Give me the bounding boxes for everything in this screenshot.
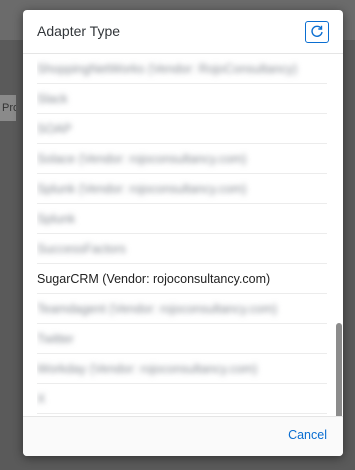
list-item[interactable]: Workday (Vendor: rojoconsultancy.com) xyxy=(37,354,327,384)
list-item-label: Twitter xyxy=(37,332,74,346)
list-item[interactable]: Splunk (Vendor: rojoconsultancy.com) xyxy=(37,174,327,204)
list-item[interactable]: Splunk xyxy=(37,204,327,234)
list-item-label: Teamdagent (Vendor: rojoconsultancy.com) xyxy=(37,302,278,316)
list-item-label: SOAP xyxy=(37,122,72,136)
list-item[interactable]: SugarCRM (Vendor: rojoconsultancy.com) xyxy=(37,264,327,294)
list-item-label: ShoppingNetWorks (Vendor: RojoConsultanc… xyxy=(37,62,298,76)
list-item-label: SugarCRM (Vendor: rojoconsultancy.com) xyxy=(37,272,271,286)
list-item-label: SuccessFactors xyxy=(37,242,126,256)
list-item[interactable]: Teamdagent (Vendor: rojoconsultancy.com) xyxy=(37,294,327,324)
list-item[interactable]: Twitter xyxy=(37,324,327,354)
cancel-button[interactable]: Cancel xyxy=(288,428,327,442)
dialog-footer: Cancel xyxy=(23,416,343,456)
dialog-header: Adapter Type xyxy=(23,10,343,54)
list-item[interactable]: Slack xyxy=(37,84,327,114)
list-item[interactable]: Solace (Vendor: rojoconsultancy.com) xyxy=(37,144,327,174)
dialog-title: Adapter Type xyxy=(37,23,121,39)
list-item[interactable]: SOAP xyxy=(37,114,327,144)
refresh-icon xyxy=(311,25,323,37)
list-item[interactable]: ShoppingNetWorks (Vendor: RojoConsultanc… xyxy=(37,54,327,84)
list-item[interactable]: SuccessFactors xyxy=(37,234,327,264)
list-item-label: Splunk (Vendor: rojoconsultancy.com) xyxy=(37,182,247,196)
adapter-type-dialog: Adapter Type ShoppingNetWorks (Vendor: R… xyxy=(23,10,343,456)
list-item-label: Solace (Vendor: rojoconsultancy.com) xyxy=(37,152,247,166)
list-item-label: Splunk xyxy=(37,212,76,226)
adapter-list[interactable]: ShoppingNetWorks (Vendor: RojoConsultanc… xyxy=(23,54,343,418)
list-item-label: Workday (Vendor: rojoconsultancy.com) xyxy=(37,362,258,376)
refresh-button[interactable] xyxy=(305,21,329,43)
list-scrollbar[interactable] xyxy=(336,323,342,420)
list-item-label: Slack xyxy=(37,92,68,106)
backdrop-fragment: Pro xyxy=(0,95,16,121)
list-item[interactable]: X xyxy=(37,384,327,414)
list-item-label: X xyxy=(37,392,46,406)
